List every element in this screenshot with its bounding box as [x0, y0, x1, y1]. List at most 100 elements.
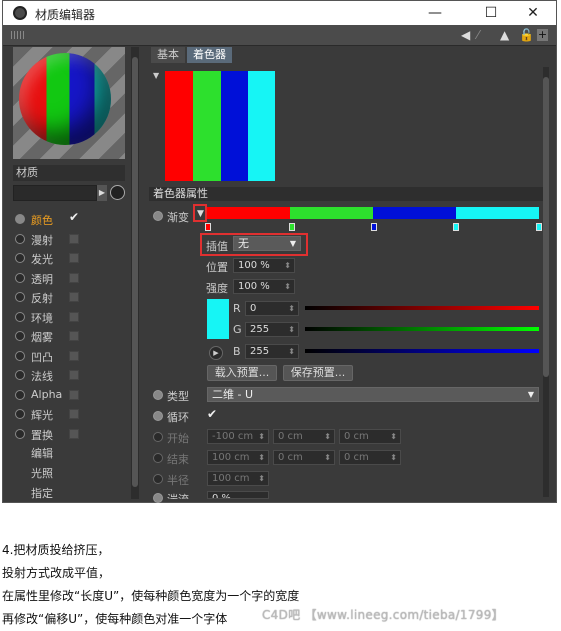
channel-checkbox[interactable]: [69, 311, 79, 322]
save-preset-button[interactable]: 保存预置...: [283, 365, 353, 381]
channel-checkbox[interactable]: [69, 331, 79, 341]
channel-item[interactable]: 发光: [13, 250, 133, 266]
b-slider[interactable]: [305, 349, 539, 353]
gradient-bar[interactable]: [207, 207, 539, 219]
spinner-icon[interactable]: ⬍: [288, 323, 295, 336]
channel-checkbox[interactable]: [69, 253, 79, 263]
spinner-icon[interactable]: ⬍: [258, 451, 265, 464]
channel-radio[interactable]: [15, 311, 25, 322]
end-z-field[interactable]: 0 cm ⬍: [339, 450, 401, 465]
gradient-knot-blue[interactable]: [371, 223, 377, 231]
radius-field[interactable]: 100 cm ⬍: [207, 471, 269, 486]
channel-radio[interactable]: [15, 428, 25, 439]
collapse-arrow-icon[interactable]: ▼: [153, 71, 159, 80]
expand-arrow-icon[interactable]: ▶: [97, 185, 107, 201]
gradient-knot-red[interactable]: [205, 223, 211, 231]
spinner-icon[interactable]: ⬍: [288, 345, 295, 358]
position-field[interactable]: 100 % ⬍: [233, 258, 295, 273]
spinner-icon[interactable]: ⬍: [258, 472, 265, 485]
spinner-icon[interactable]: ⬍: [390, 430, 397, 443]
g-field[interactable]: 255 ⬍: [245, 322, 299, 337]
channel-item[interactable]: 颜色 ✔: [13, 210, 133, 227]
pick-icon[interactable]: [110, 185, 125, 200]
lock-icon[interactable]: 🔓: [519, 28, 534, 42]
channel-checkbox[interactable]: [69, 272, 79, 283]
end-radio[interactable]: [153, 453, 163, 463]
channel-checkbox[interactable]: [69, 428, 79, 439]
channel-checkbox[interactable]: [69, 233, 79, 244]
channel-radio[interactable]: [15, 370, 25, 380]
channel-item[interactable]: 置换: [13, 426, 133, 442]
end-x-field[interactable]: 100 cm ⬍: [207, 450, 269, 465]
close-button[interactable]: ✕: [515, 3, 551, 23]
channel-item[interactable]: Alpha: [13, 387, 133, 403]
forward-arrow-icon[interactable]: ⁄: [477, 28, 479, 42]
end-y-field[interactable]: 0 cm ⬍: [273, 450, 335, 465]
start-x-field[interactable]: -100 cm ⬍: [207, 429, 269, 444]
channel-radio[interactable]: [15, 292, 25, 302]
sub-item-illumination[interactable]: 光照: [31, 465, 53, 481]
channel-item[interactable]: 烟雾: [13, 328, 133, 344]
start-y-field[interactable]: 0 cm ⬍: [273, 429, 335, 444]
back-arrow-icon[interactable]: ◀: [461, 28, 470, 42]
g-slider[interactable]: [305, 327, 539, 331]
pointer-up-icon[interactable]: ▲: [500, 28, 509, 42]
cycle-checkbox[interactable]: ✔: [207, 407, 217, 421]
tab-shader[interactable]: 着色器: [187, 47, 232, 63]
turbulence-field[interactable]: 0 %: [207, 491, 269, 499]
minimize-button[interactable]: —: [417, 3, 453, 23]
material-name-input[interactable]: [13, 185, 97, 201]
channel-checkbox[interactable]: [69, 350, 79, 361]
maximize-button[interactable]: ☐: [473, 3, 509, 23]
channel-item[interactable]: 辉光: [13, 406, 133, 422]
channel-radio[interactable]: [15, 272, 25, 283]
channel-item[interactable]: 环境: [13, 309, 133, 325]
spinner-icon[interactable]: ⬍: [324, 451, 331, 464]
spinner-icon[interactable]: ⬍: [324, 430, 331, 443]
expand-color-icon[interactable]: ▶: [209, 346, 223, 360]
color-swatch[interactable]: [207, 299, 229, 339]
spinner-icon[interactable]: ⬍: [258, 430, 265, 443]
sub-item-edit[interactable]: 编辑: [31, 445, 53, 461]
channel-item[interactable]: 凹凸: [13, 348, 133, 364]
channel-checkbox[interactable]: [69, 389, 79, 400]
interp-dropdown[interactable]: 无 ▼: [233, 236, 301, 251]
channel-checkbox[interactable]: [69, 409, 79, 419]
gradient-knot-green[interactable]: [289, 223, 295, 231]
type-radio[interactable]: [153, 390, 163, 400]
tab-basic[interactable]: 基本: [151, 47, 185, 63]
left-scroll-thumb[interactable]: [132, 57, 138, 487]
gradient-radio[interactable]: [153, 211, 163, 221]
gradient-knot-end[interactable]: [536, 223, 542, 231]
new-panel-icon[interactable]: +: [537, 29, 548, 41]
grip-icon[interactable]: [11, 31, 25, 39]
right-scrollbar[interactable]: [543, 67, 549, 497]
channel-radio[interactable]: [15, 409, 25, 419]
start-z-field[interactable]: 0 cm ⬍: [339, 429, 401, 444]
turbulence-radio[interactable]: [153, 493, 163, 503]
channel-radio[interactable]: [15, 389, 25, 400]
spinner-icon[interactable]: ⬍: [284, 280, 291, 293]
sub-item-assign[interactable]: 指定: [31, 485, 53, 501]
channel-item[interactable]: 反射: [13, 289, 133, 305]
channel-checkbox[interactable]: [69, 370, 79, 380]
type-dropdown[interactable]: 二维 - U ▼: [207, 387, 539, 402]
channel-item[interactable]: 漫射: [13, 231, 133, 247]
channel-radio[interactable]: [15, 331, 25, 341]
r-slider[interactable]: [305, 306, 539, 310]
b-field[interactable]: 255 ⬍: [245, 344, 299, 359]
channel-checkbox[interactable]: ✔: [69, 210, 79, 224]
channel-radio[interactable]: [15, 350, 25, 361]
spinner-icon[interactable]: ⬍: [288, 302, 295, 315]
left-scrollbar[interactable]: [131, 47, 139, 499]
radius-radio[interactable]: [153, 474, 163, 484]
cycle-radio[interactable]: [153, 411, 163, 421]
gradient-knot-cyan[interactable]: [453, 223, 459, 231]
spinner-icon[interactable]: ⬍: [390, 451, 397, 464]
intensity-field[interactable]: 100 % ⬍: [233, 279, 295, 294]
channel-item[interactable]: 法线: [13, 367, 133, 383]
load-preset-button[interactable]: 载入预置...: [207, 365, 277, 381]
channel-radio[interactable]: [15, 214, 25, 224]
r-field[interactable]: 0 ⬍: [245, 301, 299, 316]
spinner-icon[interactable]: ⬍: [284, 259, 291, 272]
